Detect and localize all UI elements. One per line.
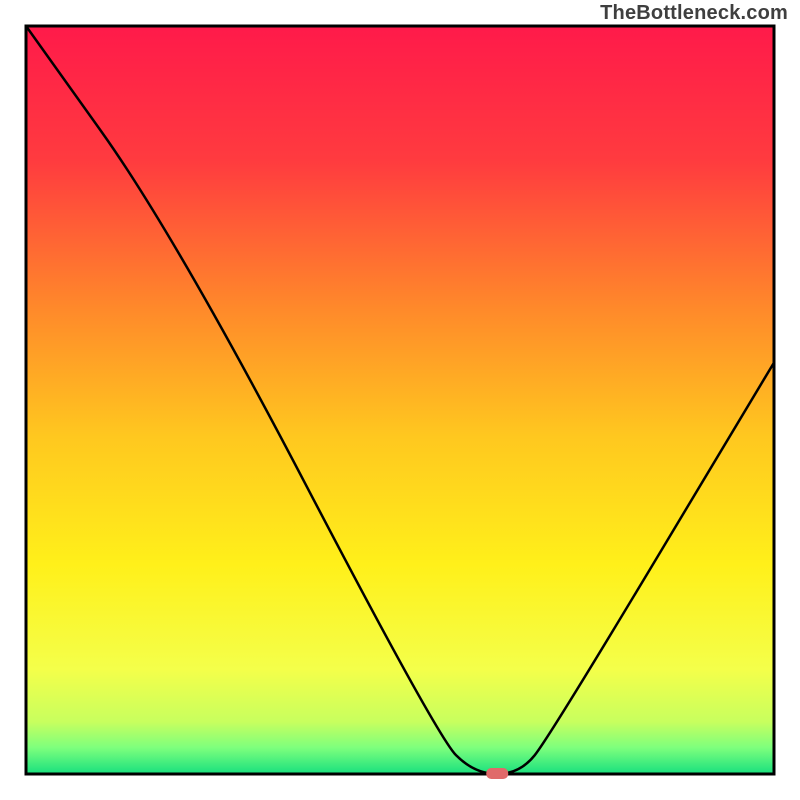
optimal-point-marker: [486, 768, 508, 779]
bottleneck-chart: [0, 0, 800, 800]
watermark-text: TheBottleneck.com: [600, 2, 788, 25]
